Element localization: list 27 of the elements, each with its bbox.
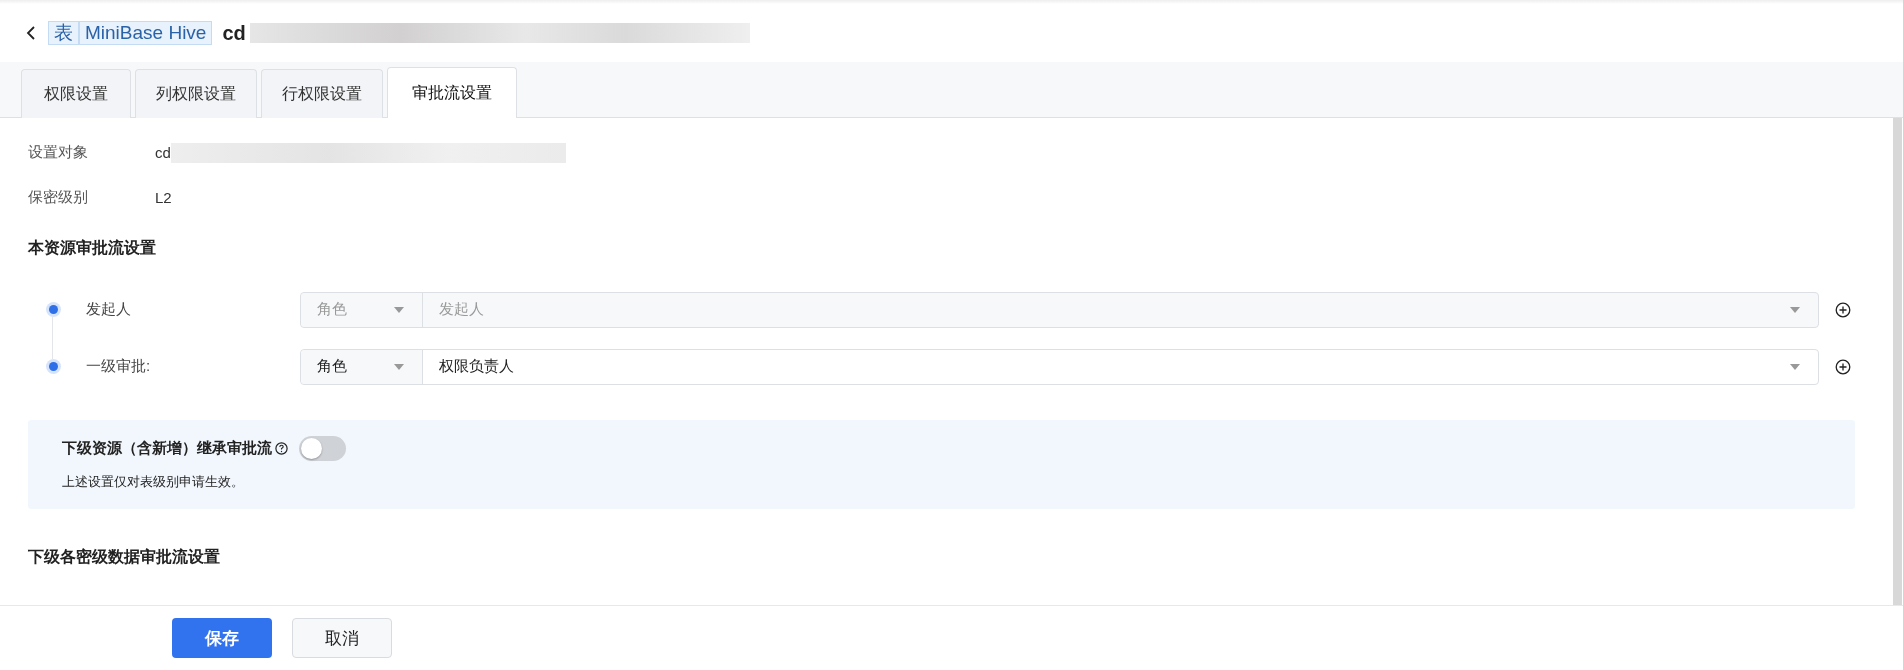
table-name: cd — [222, 21, 246, 45]
field-label: 保密级别 — [28, 188, 89, 207]
add-icon[interactable] — [1835, 358, 1851, 375]
tab[interactable]: 权限设置 — [21, 69, 131, 118]
type-tag: 表 — [48, 21, 79, 45]
scrollbar[interactable] — [1893, 118, 1902, 605]
step-dot — [48, 362, 58, 371]
add-icon[interactable] — [1835, 301, 1851, 318]
tab[interactable]: 列权限设置 — [135, 69, 257, 118]
inherit-toggle[interactable] — [299, 436, 346, 461]
tab[interactable]: 审批流设置 — [387, 67, 517, 118]
section-title: 本资源审批流设置 — [28, 238, 157, 258]
field-value: L2 — [155, 189, 172, 206]
back-icon[interactable] — [26, 25, 36, 41]
banner-note: 上述设置仅对表级别申请生效。 — [62, 473, 245, 491]
step-label: 一级审批: — [85, 357, 152, 376]
help-icon[interactable] — [275, 442, 288, 455]
source-tag: MiniBase Hive — [79, 21, 213, 45]
field-value: cd — [155, 144, 171, 161]
tab[interactable]: 行权限设置 — [261, 69, 383, 118]
inherit-label: 下级资源（含新增）继承审批流 — [62, 439, 272, 458]
step-label: 发起人 — [85, 300, 132, 319]
cancel-button[interactable]: 取消 — [292, 618, 392, 658]
save-button[interactable]: 保存 — [172, 618, 272, 658]
step-dot — [48, 305, 58, 314]
section-title: 下级各密级数据审批流设置 — [28, 547, 221, 567]
field-label: 设置对象 — [28, 143, 89, 162]
